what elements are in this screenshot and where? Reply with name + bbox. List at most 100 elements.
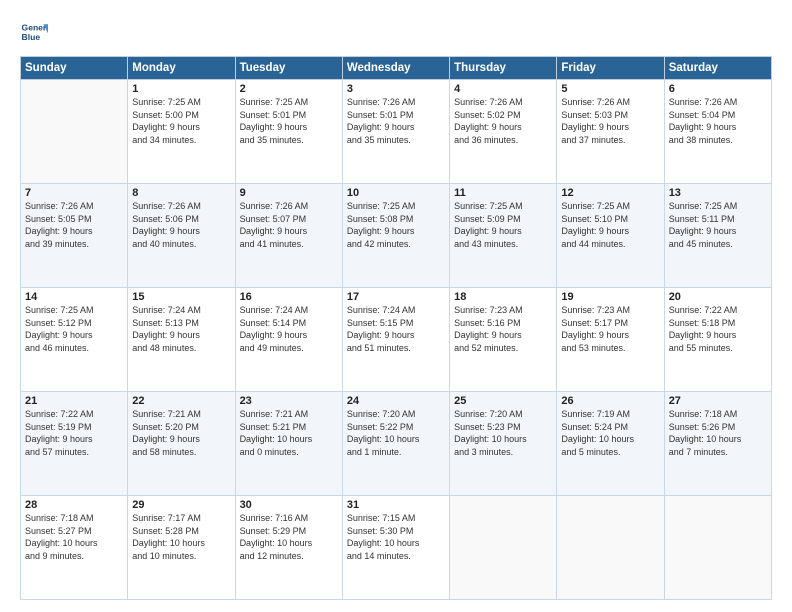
calendar-header-thursday: Thursday [450,57,557,80]
calendar-cell: 9Sunrise: 7:26 AM Sunset: 5:07 PM Daylig… [235,184,342,288]
calendar-week-row: 14Sunrise: 7:25 AM Sunset: 5:12 PM Dayli… [21,288,772,392]
svg-text:Blue: Blue [22,32,41,42]
day-number: 30 [240,499,338,511]
calendar-cell: 31Sunrise: 7:15 AM Sunset: 5:30 PM Dayli… [342,496,449,600]
calendar-cell: 21Sunrise: 7:22 AM Sunset: 5:19 PM Dayli… [21,392,128,496]
calendar-week-row: 28Sunrise: 7:18 AM Sunset: 5:27 PM Dayli… [21,496,772,600]
day-info: Sunrise: 7:25 AM Sunset: 5:09 PM Dayligh… [454,200,552,250]
day-number: 9 [240,187,338,199]
day-info: Sunrise: 7:18 AM Sunset: 5:26 PM Dayligh… [669,408,767,458]
day-info: Sunrise: 7:26 AM Sunset: 5:04 PM Dayligh… [669,96,767,146]
day-info: Sunrise: 7:26 AM Sunset: 5:06 PM Dayligh… [132,200,230,250]
day-info: Sunrise: 7:16 AM Sunset: 5:29 PM Dayligh… [240,512,338,562]
calendar-cell: 26Sunrise: 7:19 AM Sunset: 5:24 PM Dayli… [557,392,664,496]
day-info: Sunrise: 7:26 AM Sunset: 5:03 PM Dayligh… [561,96,659,146]
day-info: Sunrise: 7:21 AM Sunset: 5:20 PM Dayligh… [132,408,230,458]
calendar-cell: 16Sunrise: 7:24 AM Sunset: 5:14 PM Dayli… [235,288,342,392]
calendar-cell [450,496,557,600]
day-number: 11 [454,187,552,199]
calendar-cell: 5Sunrise: 7:26 AM Sunset: 5:03 PM Daylig… [557,80,664,184]
calendar-cell: 7Sunrise: 7:26 AM Sunset: 5:05 PM Daylig… [21,184,128,288]
calendar-cell: 22Sunrise: 7:21 AM Sunset: 5:20 PM Dayli… [128,392,235,496]
day-info: Sunrise: 7:25 AM Sunset: 5:12 PM Dayligh… [25,304,123,354]
day-number: 18 [454,291,552,303]
day-info: Sunrise: 7:18 AM Sunset: 5:27 PM Dayligh… [25,512,123,562]
calendar-header-monday: Monday [128,57,235,80]
day-number: 19 [561,291,659,303]
day-info: Sunrise: 7:19 AM Sunset: 5:24 PM Dayligh… [561,408,659,458]
day-info: Sunrise: 7:25 AM Sunset: 5:10 PM Dayligh… [561,200,659,250]
day-number: 20 [669,291,767,303]
calendar-cell: 28Sunrise: 7:18 AM Sunset: 5:27 PM Dayli… [21,496,128,600]
day-info: Sunrise: 7:22 AM Sunset: 5:19 PM Dayligh… [25,408,123,458]
day-info: Sunrise: 7:24 AM Sunset: 5:15 PM Dayligh… [347,304,445,354]
calendar-header-row: SundayMondayTuesdayWednesdayThursdayFrid… [21,57,772,80]
calendar-cell: 29Sunrise: 7:17 AM Sunset: 5:28 PM Dayli… [128,496,235,600]
calendar-cell: 25Sunrise: 7:20 AM Sunset: 5:23 PM Dayli… [450,392,557,496]
day-number: 1 [132,83,230,95]
calendar-cell: 27Sunrise: 7:18 AM Sunset: 5:26 PM Dayli… [664,392,771,496]
day-info: Sunrise: 7:26 AM Sunset: 5:07 PM Dayligh… [240,200,338,250]
calendar-cell: 2Sunrise: 7:25 AM Sunset: 5:01 PM Daylig… [235,80,342,184]
day-info: Sunrise: 7:15 AM Sunset: 5:30 PM Dayligh… [347,512,445,562]
calendar-cell: 30Sunrise: 7:16 AM Sunset: 5:29 PM Dayli… [235,496,342,600]
day-number: 26 [561,395,659,407]
day-number: 14 [25,291,123,303]
day-number: 28 [25,499,123,511]
calendar-header-wednesday: Wednesday [342,57,449,80]
calendar-table: SundayMondayTuesdayWednesdayThursdayFrid… [20,56,772,600]
calendar-week-row: 1Sunrise: 7:25 AM Sunset: 5:00 PM Daylig… [21,80,772,184]
day-number: 10 [347,187,445,199]
calendar-cell: 4Sunrise: 7:26 AM Sunset: 5:02 PM Daylig… [450,80,557,184]
day-info: Sunrise: 7:26 AM Sunset: 5:02 PM Dayligh… [454,96,552,146]
day-number: 23 [240,395,338,407]
general-blue-icon: General Blue [20,18,48,46]
day-number: 6 [669,83,767,95]
day-info: Sunrise: 7:24 AM Sunset: 5:14 PM Dayligh… [240,304,338,354]
day-number: 8 [132,187,230,199]
day-info: Sunrise: 7:23 AM Sunset: 5:17 PM Dayligh… [561,304,659,354]
calendar-cell [664,496,771,600]
day-number: 22 [132,395,230,407]
day-number: 5 [561,83,659,95]
day-number: 24 [347,395,445,407]
day-info: Sunrise: 7:25 AM Sunset: 5:00 PM Dayligh… [132,96,230,146]
calendar-cell [21,80,128,184]
day-number: 2 [240,83,338,95]
day-info: Sunrise: 7:25 AM Sunset: 5:11 PM Dayligh… [669,200,767,250]
calendar-cell: 19Sunrise: 7:23 AM Sunset: 5:17 PM Dayli… [557,288,664,392]
calendar-cell: 17Sunrise: 7:24 AM Sunset: 5:15 PM Dayli… [342,288,449,392]
day-number: 27 [669,395,767,407]
calendar-week-row: 21Sunrise: 7:22 AM Sunset: 5:19 PM Dayli… [21,392,772,496]
calendar-cell: 6Sunrise: 7:26 AM Sunset: 5:04 PM Daylig… [664,80,771,184]
day-info: Sunrise: 7:25 AM Sunset: 5:08 PM Dayligh… [347,200,445,250]
day-info: Sunrise: 7:20 AM Sunset: 5:23 PM Dayligh… [454,408,552,458]
day-number: 4 [454,83,552,95]
day-number: 31 [347,499,445,511]
day-number: 29 [132,499,230,511]
calendar-header-tuesday: Tuesday [235,57,342,80]
day-number: 16 [240,291,338,303]
day-info: Sunrise: 7:22 AM Sunset: 5:18 PM Dayligh… [669,304,767,354]
calendar-cell: 12Sunrise: 7:25 AM Sunset: 5:10 PM Dayli… [557,184,664,288]
calendar-week-row: 7Sunrise: 7:26 AM Sunset: 5:05 PM Daylig… [21,184,772,288]
day-info: Sunrise: 7:26 AM Sunset: 5:05 PM Dayligh… [25,200,123,250]
calendar-cell: 1Sunrise: 7:25 AM Sunset: 5:00 PM Daylig… [128,80,235,184]
svg-text:General: General [22,22,48,32]
calendar-cell: 8Sunrise: 7:26 AM Sunset: 5:06 PM Daylig… [128,184,235,288]
day-info: Sunrise: 7:26 AM Sunset: 5:01 PM Dayligh… [347,96,445,146]
day-info: Sunrise: 7:23 AM Sunset: 5:16 PM Dayligh… [454,304,552,354]
calendar-cell: 15Sunrise: 7:24 AM Sunset: 5:13 PM Dayli… [128,288,235,392]
day-number: 25 [454,395,552,407]
day-number: 15 [132,291,230,303]
calendar-cell: 20Sunrise: 7:22 AM Sunset: 5:18 PM Dayli… [664,288,771,392]
day-number: 12 [561,187,659,199]
day-number: 7 [25,187,123,199]
day-info: Sunrise: 7:25 AM Sunset: 5:01 PM Dayligh… [240,96,338,146]
calendar-cell: 14Sunrise: 7:25 AM Sunset: 5:12 PM Dayli… [21,288,128,392]
calendar-header-saturday: Saturday [664,57,771,80]
calendar-cell: 24Sunrise: 7:20 AM Sunset: 5:22 PM Dayli… [342,392,449,496]
calendar-header-friday: Friday [557,57,664,80]
logo: General Blue [20,18,48,46]
day-number: 17 [347,291,445,303]
